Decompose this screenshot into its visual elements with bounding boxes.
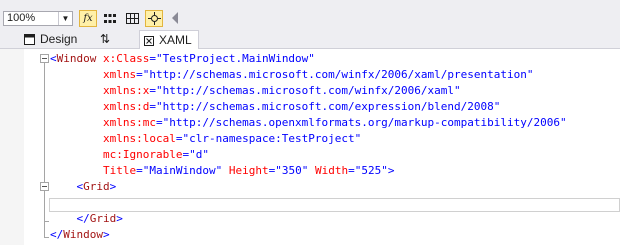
code-line[interactable]: <Window x:Class="TestProject.MainWindow" — [50, 51, 315, 67]
tab-xaml-label: XAML — [159, 33, 192, 47]
code-line[interactable]: Title="MainWindow" Height="350" Width="5… — [50, 163, 394, 179]
code-line[interactable]: </Grid> — [50, 211, 123, 227]
fx-icon: fx — [83, 13, 93, 24]
tab-xaml[interactable]: XAML — [139, 30, 199, 50]
show-grid-button[interactable] — [101, 10, 119, 27]
code-line[interactable]: xmlns:mc="http://schemas.openxmlformats.… — [50, 115, 567, 131]
gridlines-button[interactable] — [123, 10, 141, 27]
code-line[interactable]: xmlns:local="clr-namespace:TestProject" — [50, 131, 361, 147]
outline-end-tick — [44, 237, 49, 238]
selection-margin — [0, 49, 24, 245]
collapse-window-icon[interactable] — [40, 54, 49, 63]
grid-icon — [104, 13, 116, 23]
chevron-down-icon[interactable]: ▼ — [58, 12, 72, 25]
design-icon — [24, 33, 35, 45]
swap-panes-button[interactable]: ⇅ — [100, 30, 110, 48]
xaml-editor[interactable]: <Window x:Class="TestProject.MainWindow"… — [0, 49, 620, 245]
snap-crosshair-icon — [147, 12, 161, 25]
code-line[interactable]: xmlns="http://schemas.microsoft.com/winf… — [50, 67, 533, 83]
gridlines-icon — [125, 13, 139, 24]
formula-button[interactable]: fx — [79, 10, 97, 27]
code-line[interactable]: xmlns:d="http://schemas.microsoft.com/ex… — [50, 99, 500, 115]
code-line[interactable]: mc:Ignorable="d" — [50, 147, 209, 163]
collapse-toolbar-icon[interactable] — [172, 12, 178, 24]
current-line-highlight[interactable] — [49, 198, 620, 212]
split-view-tabs: Design ⇅ XAML — [0, 28, 620, 50]
designer-toolbar: 100% ▼ fx — [0, 0, 620, 28]
swap-panes-icon: ⇅ — [100, 31, 111, 46]
tab-design[interactable]: Design — [24, 30, 77, 48]
code-line[interactable]: xmlns:x="http://schemas.microsoft.com/wi… — [50, 83, 461, 99]
tab-design-label: Design — [40, 31, 78, 46]
zoom-combobox[interactable]: 100% ▼ — [3, 11, 73, 26]
outline-guide — [44, 63, 45, 238]
collapse-grid-icon[interactable] — [40, 182, 49, 191]
outline-end-tick — [44, 221, 49, 222]
code-line[interactable]: </Window> — [50, 227, 110, 243]
zoom-value: 100% — [7, 12, 36, 24]
snap-button[interactable] — [145, 10, 163, 27]
xaml-icon — [144, 35, 154, 46]
code-line[interactable]: <Grid> — [50, 179, 117, 195]
